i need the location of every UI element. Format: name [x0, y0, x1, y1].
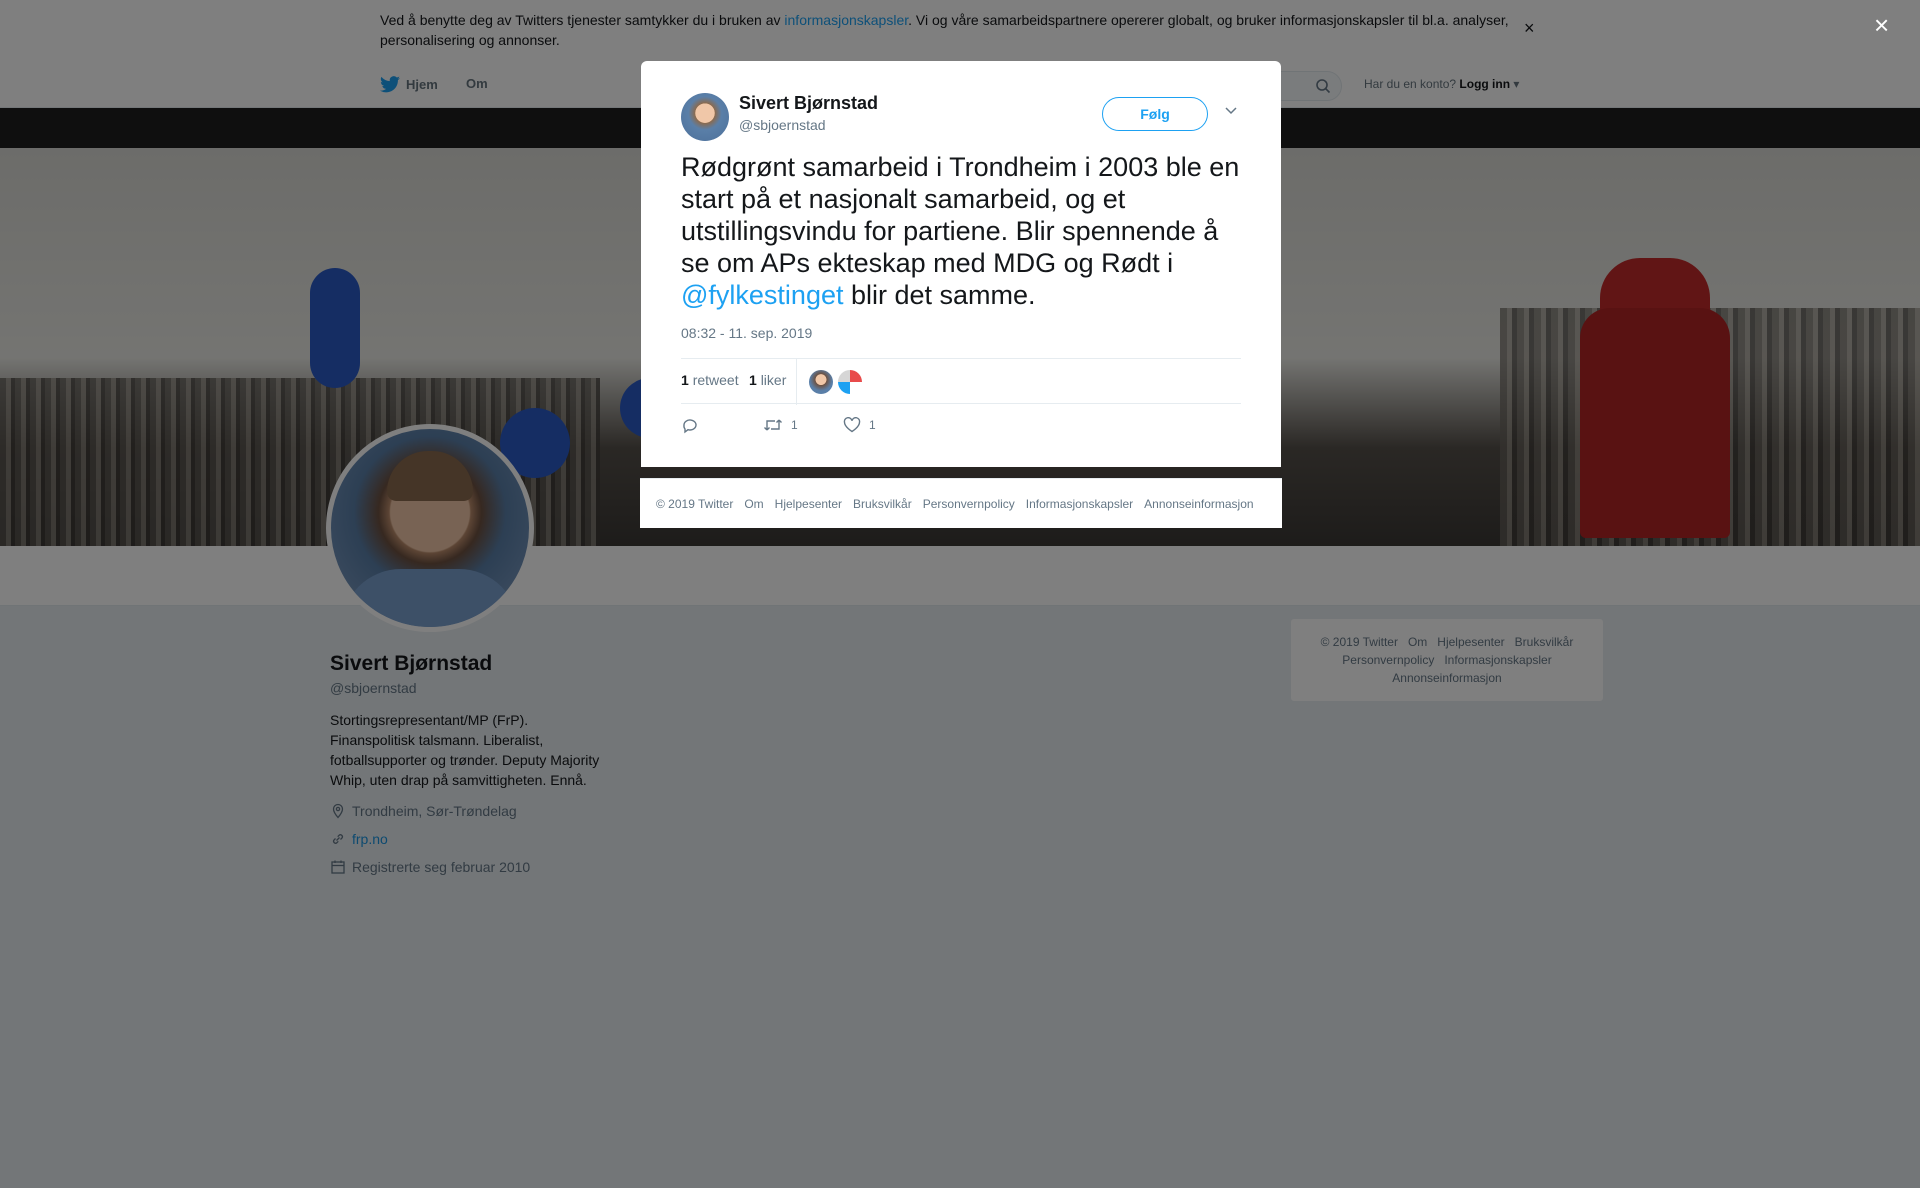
reply-icon	[683, 419, 697, 434]
tweet-timestamp[interactable]: 08:32 - 11. sep. 2019	[681, 325, 812, 341]
tweet-text-part1: Rødgrønt samarbeid i Trondheim i 2003 bl…	[681, 152, 1240, 278]
retweet-stat-count: 1	[681, 372, 689, 388]
tweet-author-name[interactable]: Sivert Bjørnstad	[739, 93, 878, 114]
modal-footer: © 2019 Twitter Om Hjelpesenter Bruksvilk…	[640, 478, 1282, 528]
like-button[interactable]: 1	[843, 417, 876, 433]
stat-divider	[796, 359, 797, 405]
tweet-text-part2: blir det samme.	[843, 280, 1036, 310]
retweet-icon	[764, 419, 782, 431]
like-stat-count: 1	[749, 372, 757, 388]
heart-icon	[843, 417, 861, 433]
tweet-author-avatar[interactable]	[681, 93, 729, 141]
modal-footer-about[interactable]: Om	[744, 497, 763, 511]
follow-button[interactable]: Følg	[1102, 97, 1208, 131]
modal-footer-copyright: © 2019 Twitter	[656, 496, 734, 511]
retweet-action-count: 1	[791, 418, 798, 432]
tweet-mention-link[interactable]: @fylkestinget	[681, 280, 843, 310]
modal-footer-cookies[interactable]: Informasjonskapsler	[1026, 497, 1133, 511]
reply-button[interactable]	[681, 417, 699, 435]
like-action-count: 1	[869, 418, 876, 432]
liker-avatar-1[interactable]	[809, 370, 833, 394]
modal-footer-help[interactable]: Hjelpesenter	[775, 497, 842, 511]
chevron-down-icon[interactable]	[1224, 105, 1238, 115]
retweet-button[interactable]: 1	[763, 417, 798, 433]
tweet-author-handle[interactable]: @sbjoernstad	[739, 117, 826, 133]
tweet-actions: 1 1	[681, 417, 1241, 441]
like-stat[interactable]: 1 liker	[749, 372, 786, 388]
tweet-stats: 1 retweet 1 liker	[681, 358, 1241, 405]
modal-footer-ads[interactable]: Annonseinformasjon	[1144, 497, 1253, 511]
modal-footer-privacy[interactable]: Personvernpolicy	[923, 497, 1015, 511]
tweet-text: Rødgrønt samarbeid i Trondheim i 2003 bl…	[681, 151, 1247, 311]
liker-avatar-2[interactable]	[838, 370, 862, 394]
overlay-close-button[interactable]: ×	[1874, 10, 1889, 40]
tweet-modal: Sivert Bjørnstad @sbjoernstad Følg Rødgr…	[641, 61, 1281, 467]
retweet-stat[interactable]: 1 retweet	[681, 372, 739, 388]
like-stat-label: liker	[760, 372, 787, 388]
retweet-stat-label: retweet	[692, 372, 739, 388]
modal-footer-terms[interactable]: Bruksvilkår	[853, 497, 912, 511]
